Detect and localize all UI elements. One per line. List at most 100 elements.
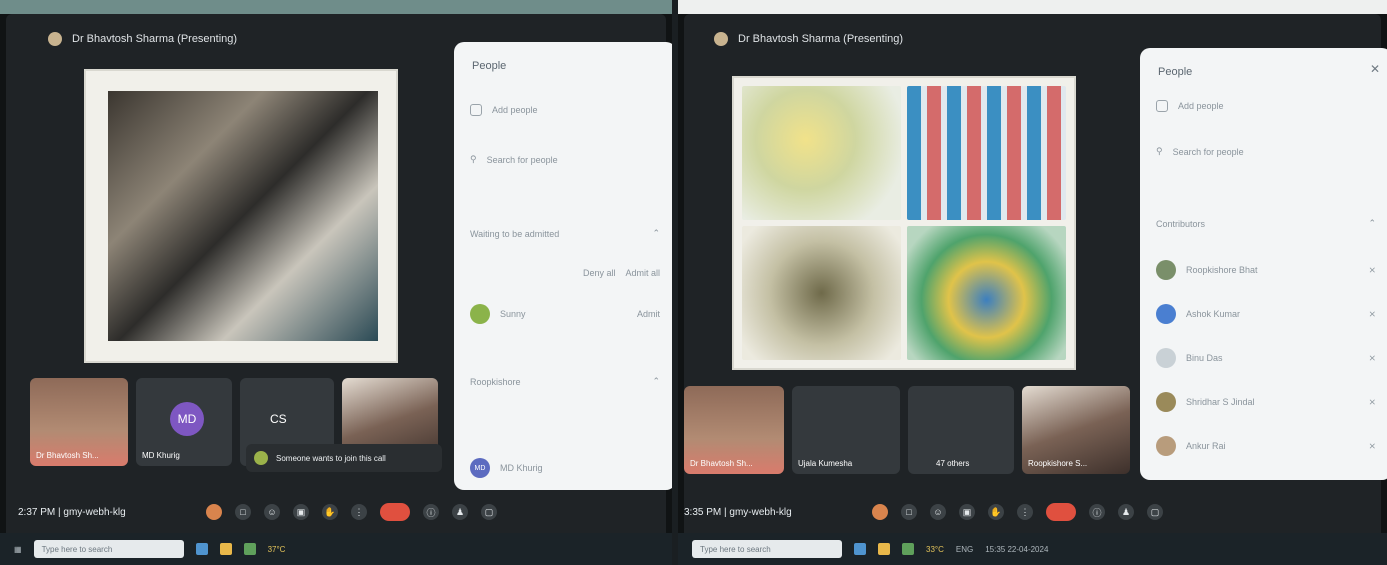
chat-icon[interactable]: ▢ — [481, 504, 497, 520]
join-request-toast[interactable]: Someone wants to join this call — [246, 444, 442, 472]
avatar — [1156, 348, 1176, 368]
presenter-bar: Dr Bhavtosh Sharma (Presenting) — [714, 32, 903, 46]
right-photo: Dr Bhavtosh Sharma (Presenting) People ✕… — [678, 0, 1387, 565]
taskbar-search-input[interactable]: Type here to search — [33, 540, 184, 558]
close-icon[interactable]: ✕ — [1370, 62, 1380, 76]
waiting-section[interactable]: Waiting to be admitted ⌃ — [470, 228, 660, 239]
wall-frame — [0, 0, 672, 14]
more-options-icon[interactable]: ⋮ — [1017, 504, 1033, 520]
search-icon: ⚲ — [1156, 146, 1163, 156]
taskbar-search-input[interactable]: Type here to search — [692, 540, 842, 558]
people-search-input[interactable]: ⚲ Search for people — [1156, 146, 1376, 157]
shared-slide — [732, 76, 1076, 370]
mic-off-icon: ⨯ — [1368, 308, 1376, 319]
call-controls: 3:35 PM | gmy-webh-klg □ ☺ ▣ ✋ ⋮ ⓘ ♟ ▢ — [684, 492, 1381, 532]
slide-image — [907, 226, 1066, 360]
emoji-button[interactable]: ☺ — [930, 504, 946, 520]
people-icon[interactable]: ♟ — [452, 504, 468, 520]
present-button[interactable]: ▣ — [293, 504, 309, 520]
meet-screen: Dr Bhavtosh Sharma (Presenting) People A… — [6, 14, 672, 549]
captions-button[interactable]: □ — [901, 504, 917, 520]
participant-row[interactable]: Shridhar S Jindal ⨯ — [1156, 392, 1376, 412]
avatar — [1156, 304, 1176, 324]
control-buttons: □ ☺ ▣ ✋ ⋮ ⓘ ♟ ▢ — [872, 503, 1163, 521]
language-indicator[interactable]: ENG — [956, 545, 973, 554]
folder-icon[interactable] — [878, 543, 890, 555]
participant-tile[interactable]: Roopkishore S... — [1022, 386, 1130, 474]
admit-button[interactable]: Admit — [637, 309, 660, 319]
call-controls: 2:37 PM | gmy-webh-klg □ ☺ ▣ ✋ ⋮ ⓘ ♟ ▢ — [6, 492, 666, 532]
people-icon[interactable]: ♟ — [1118, 504, 1134, 520]
photo-collage: Dr Bhavtosh Sharma (Presenting) People A… — [0, 0, 1387, 565]
info-icon[interactable]: ⓘ — [1089, 504, 1105, 520]
participant-tile[interactable]: Dr Bhavtosh Sh... — [684, 386, 784, 474]
participant-tile[interactable]: Dr Bhavtosh Sh... — [30, 378, 128, 466]
slide-image — [108, 91, 378, 341]
participant-tile[interactable]: Ujala Kumesha — [792, 386, 900, 474]
mic-off-icon: ⨯ — [1368, 264, 1376, 275]
people-panel: People ✕ Add people ⚲ Search for people … — [1140, 48, 1387, 480]
raise-hand-icon[interactable]: ✋ — [988, 504, 1004, 520]
admit-all-button[interactable]: Admit all — [625, 268, 660, 278]
edge-icon[interactable] — [854, 543, 866, 555]
end-call-button[interactable] — [1046, 503, 1076, 521]
meet-screen: Dr Bhavtosh Sharma (Presenting) People ✕… — [684, 14, 1387, 549]
participant-row[interactable]: Ankur Rai ⨯ — [1156, 436, 1376, 456]
control-buttons: □ ☺ ▣ ✋ ⋮ ⓘ ♟ ▢ — [206, 503, 497, 521]
participant-row[interactable]: Binu Das ⨯ — [1156, 348, 1376, 368]
avatar: MD — [170, 402, 204, 436]
meeting-info: 2:37 PM | gmy-webh-klg — [18, 506, 126, 518]
presenter-name: Dr Bhavtosh Sharma (Presenting) — [738, 33, 904, 45]
info-icon[interactable]: ⓘ — [423, 504, 439, 520]
slide-image — [742, 226, 901, 360]
slide-collage — [742, 86, 1066, 360]
windows-taskbar: Type here to search 33°C ENG 15:35 22-04… — [678, 533, 1387, 565]
chrome-icon[interactable] — [902, 543, 914, 555]
more-options-icon[interactable]: ⋮ — [351, 504, 367, 520]
participant-tile[interactable]: MD MD Khurig — [136, 378, 232, 466]
shared-slide — [84, 69, 398, 363]
edge-icon[interactable] — [195, 543, 208, 555]
slide-image — [742, 86, 901, 220]
add-person-icon — [470, 104, 482, 116]
add-people-button[interactable]: Add people — [1156, 100, 1376, 112]
system-clock[interactable]: 15:35 22-04-2024 — [985, 545, 1048, 554]
weather-widget[interactable]: 33°C — [926, 545, 944, 554]
mic-off-icon: ⨯ — [1368, 352, 1376, 363]
add-people-button[interactable]: Add people — [470, 104, 660, 116]
emoji-button[interactable]: ☺ — [264, 504, 280, 520]
avatar: MD — [470, 458, 490, 478]
people-section[interactable]: Roopkishore ⌃ — [470, 376, 660, 387]
end-call-button[interactable] — [380, 503, 410, 521]
avatar — [1156, 436, 1176, 456]
presenter-avatar — [48, 32, 62, 46]
raise-hand-icon[interactable]: ✋ — [322, 504, 338, 520]
slide-image — [907, 86, 1066, 220]
participant-tile[interactable]: 47 others — [908, 386, 1014, 474]
deny-all-button[interactable]: Deny all — [583, 268, 616, 278]
people-section[interactable]: Contributors ⌃ — [1156, 218, 1376, 229]
waiting-actions: Deny all Admit all — [470, 268, 660, 278]
present-button[interactable]: ▣ — [959, 504, 975, 520]
participant-row[interactable]: Ashok Kumar ⨯ — [1156, 304, 1376, 324]
participant-tiles: Dr Bhavtosh Sh... Ujala Kumesha 47 other… — [684, 386, 1130, 474]
reaction-button[interactable] — [872, 504, 888, 520]
mic-off-icon: ⨯ — [1368, 396, 1376, 407]
participant-row[interactable]: MD MD Khurig — [470, 458, 660, 478]
weather-widget[interactable]: 37°C — [268, 545, 286, 554]
chevron-up-icon: ⌃ — [1368, 218, 1376, 228]
add-person-icon — [1156, 100, 1168, 112]
chevron-up-icon: ⌃ — [652, 228, 660, 238]
chat-icon[interactable]: ▢ — [1147, 504, 1163, 520]
panel-title: People — [1158, 66, 1193, 78]
participant-row[interactable]: Roopkishore Bhat ⨯ — [1156, 260, 1376, 280]
avatar — [254, 451, 268, 465]
captions-button[interactable]: □ — [235, 504, 251, 520]
windows-start-icon[interactable]: ▦ — [14, 545, 22, 554]
people-search-input[interactable]: ⚲ Search for people — [470, 154, 660, 165]
reaction-button[interactable] — [206, 504, 222, 520]
people-panel: People Add people ⚲ Search for people Wa… — [454, 42, 672, 490]
folder-icon[interactable] — [219, 543, 232, 555]
presenter-bar: Dr Bhavtosh Sharma (Presenting) — [48, 32, 237, 46]
chrome-icon[interactable] — [243, 543, 256, 555]
